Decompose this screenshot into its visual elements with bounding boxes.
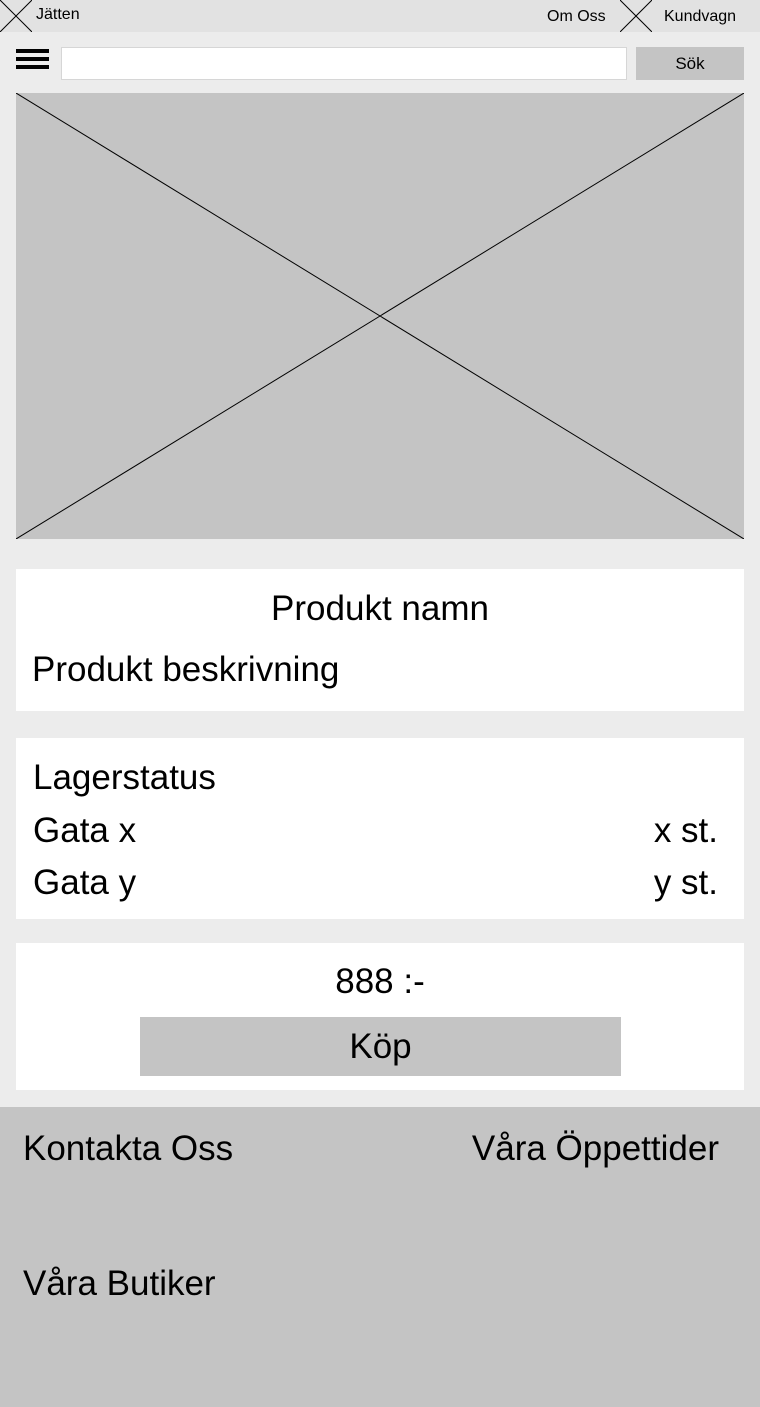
stock-row: Gata y y st. — [33, 863, 718, 903]
logo-icon[interactable] — [0, 0, 32, 32]
about-us-link[interactable]: Om Oss — [547, 8, 606, 26]
product-info-panel: Produkt namn Produkt beskrivning — [16, 569, 744, 711]
product-price: 888 :- — [335, 962, 425, 1001]
purchase-panel: 888 :- Köp — [16, 943, 744, 1090]
footer-opening-hours-link[interactable]: Våra Öppettider — [472, 1129, 719, 1169]
store-name: Gata x — [33, 811, 137, 850]
product-image-placeholder — [16, 93, 744, 539]
brand-name[interactable]: Jätten — [36, 6, 80, 24]
search-input[interactable] — [61, 47, 627, 80]
stock-status-panel: Lagerstatus Gata x x st. Gata y y st. — [16, 738, 744, 919]
cart-icon[interactable] — [620, 0, 652, 32]
stock-quantity: x st. — [653, 811, 718, 850]
stock-row: Gata x x st. — [33, 811, 718, 851]
store-name: Gata y — [33, 863, 137, 902]
top-navigation-bar: Jätten Om Oss Kundvagn — [0, 0, 760, 32]
stock-quantity: y st. — [653, 863, 718, 902]
hamburger-menu-icon[interactable] — [16, 49, 49, 77]
search-button[interactable]: Sök — [636, 47, 744, 80]
product-name: Produkt namn — [271, 589, 489, 628]
footer: Kontakta Oss Våra Öppettider Våra Butike… — [0, 1107, 760, 1407]
footer-contact-link[interactable]: Kontakta Oss — [23, 1129, 233, 1169]
cart-link[interactable]: Kundvagn — [664, 8, 736, 26]
product-description: Produkt beskrivning — [32, 650, 340, 689]
footer-stores-link[interactable]: Våra Butiker — [23, 1264, 216, 1304]
stock-status-title: Lagerstatus — [33, 758, 216, 797]
buy-button[interactable]: Köp — [140, 1017, 621, 1076]
